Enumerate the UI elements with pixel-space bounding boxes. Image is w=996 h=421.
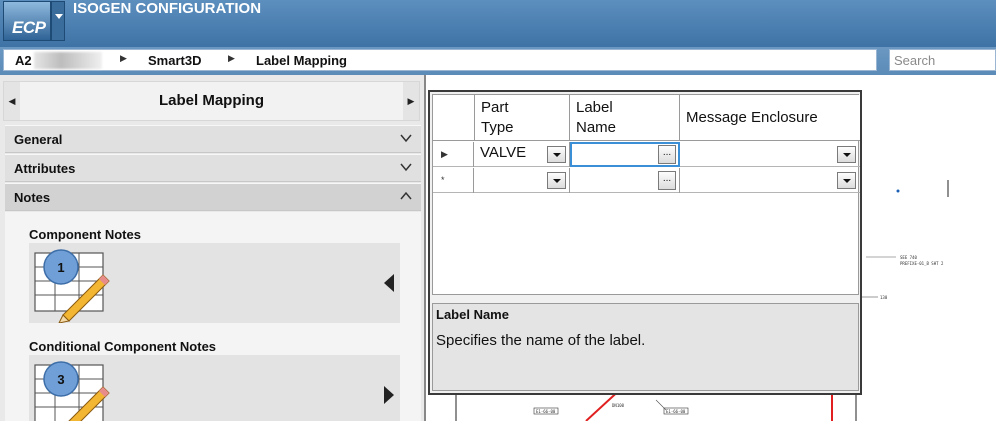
note-table-pencil-icon: 3 [34, 361, 110, 421]
arrow-left-icon[interactable] [384, 274, 394, 292]
drawing-label: E1-66-00 [536, 409, 556, 414]
column-header-line: Label [576, 99, 613, 116]
note-card-conditional-component-notes[interactable]: 3 [29, 355, 400, 421]
drawing-label: SEE 740 [900, 255, 917, 260]
property-description-title: Label Name [436, 307, 509, 322]
panel-title: Label Mapping [159, 92, 264, 109]
row-selector-icon[interactable]: ▶ [433, 142, 474, 167]
logo-box[interactable]: ECP [3, 1, 51, 41]
breadcrumb: A2 ▶ Smart3D ▶ Label Mapping [3, 49, 877, 71]
drawing-label: PREFIXE-01_B SHT 2 [900, 261, 944, 266]
dropdown-arrow-icon[interactable] [837, 172, 856, 189]
panel-collapse-left-icon[interactable]: ◀ [4, 82, 20, 120]
app-title: ISOGEN CONFIGURATION [73, 0, 262, 17]
column-header-line: Part [481, 99, 509, 116]
row-header-corner [433, 95, 475, 141]
column-header-message-enclosure[interactable]: Message Enclosure [680, 95, 860, 141]
notes-content: Component Notes 1 Conditional Component … [5, 212, 421, 421]
breadcrumb-bar: A2 ▶ Smart3D ▶ Label Mapping Search [0, 47, 996, 75]
note-table-pencil-icon: 1 [34, 249, 110, 323]
note-badge: 3 [57, 372, 64, 387]
note-card-component-notes[interactable]: 1 [29, 243, 400, 323]
part-type-cell[interactable] [475, 168, 570, 193]
chevron-down-icon [400, 163, 412, 172]
note-title-component-notes: Component Notes [29, 227, 141, 242]
panel-expand-right-icon[interactable]: ▶ [403, 82, 419, 120]
table-row[interactable]: ▶ VALVE ... [433, 142, 860, 167]
column-header-part-type[interactable]: Part Type [475, 95, 570, 141]
chevron-up-icon [400, 191, 412, 200]
arrow-right-icon[interactable] [384, 386, 394, 404]
column-header-line: Name [576, 119, 617, 136]
drawing-label: E1-66-00 [666, 409, 686, 414]
section-label: General [14, 132, 63, 147]
column-header-line: Type [481, 119, 514, 136]
new-row-marker-icon[interactable]: * [433, 168, 474, 193]
property-description-panel: Label Name Specifies the name of the lab… [432, 303, 859, 391]
search-input[interactable]: Search [889, 49, 996, 71]
label-name-cell[interactable]: ... [570, 168, 680, 193]
section-label: Notes [14, 190, 51, 205]
column-header-line: Message Enclosure [686, 109, 818, 126]
part-type-cell[interactable]: VALVE [475, 142, 570, 167]
section-notes[interactable]: Notes [5, 183, 421, 211]
label-name-cell[interactable]: ... [570, 142, 680, 167]
breadcrumb-separator-icon[interactable]: ▶ [120, 53, 127, 64]
label-mapping-grid: Part Type Label Name Message Enclosure ▶… [432, 94, 860, 295]
drawing-label: 130 [880, 295, 888, 300]
label-mapping-grid-dialog: Part Type Label Name Message Enclosure ▶… [428, 90, 862, 395]
breadcrumb-item-smart3d[interactable]: Smart3D [148, 53, 201, 68]
redacted-area [34, 52, 102, 69]
message-enclosure-cell[interactable] [680, 142, 860, 167]
note-title-conditional-component-notes: Conditional Component Notes [29, 339, 217, 354]
left-panel: ◀ Label Mapping ▶ General Attributes Not… [0, 75, 424, 421]
breadcrumb-item-label-mapping[interactable]: Label Mapping [256, 53, 347, 68]
message-enclosure-cell[interactable] [680, 168, 860, 193]
title-bar: ECP ISOGEN CONFIGURATION [0, 0, 996, 47]
table-row-new[interactable]: * ... [433, 168, 860, 193]
property-description-text: Specifies the name of the label. [436, 332, 646, 349]
panel-header: ◀ Label Mapping ▶ [3, 81, 420, 121]
app-menu-dropdown-button[interactable] [51, 1, 65, 41]
section-attributes[interactable]: Attributes [5, 154, 421, 182]
browse-ellipsis-button[interactable]: ... [658, 145, 676, 164]
dropdown-arrow-icon[interactable] [547, 146, 566, 163]
dropdown-arrow-icon[interactable] [837, 146, 856, 163]
note-badge: 1 [57, 260, 64, 275]
section-general[interactable]: General [5, 125, 421, 153]
dropdown-arrow-icon[interactable] [547, 172, 566, 189]
part-type-value: VALVE [480, 144, 527, 161]
section-label: Attributes [14, 161, 76, 176]
column-header-label-name[interactable]: Label Name [570, 95, 680, 141]
breadcrumb-separator-icon[interactable]: ▶ [228, 53, 235, 64]
drawing-label: DN100 [612, 403, 625, 408]
chevron-down-icon [400, 134, 412, 143]
browse-ellipsis-button[interactable]: ... [658, 171, 676, 190]
app-logo[interactable]: ECP [3, 1, 65, 41]
breadcrumb-item-root[interactable]: A2 [15, 53, 32, 68]
grid-header: Part Type Label Name Message Enclosure [433, 95, 860, 141]
logo-text: ECP [12, 18, 46, 37]
